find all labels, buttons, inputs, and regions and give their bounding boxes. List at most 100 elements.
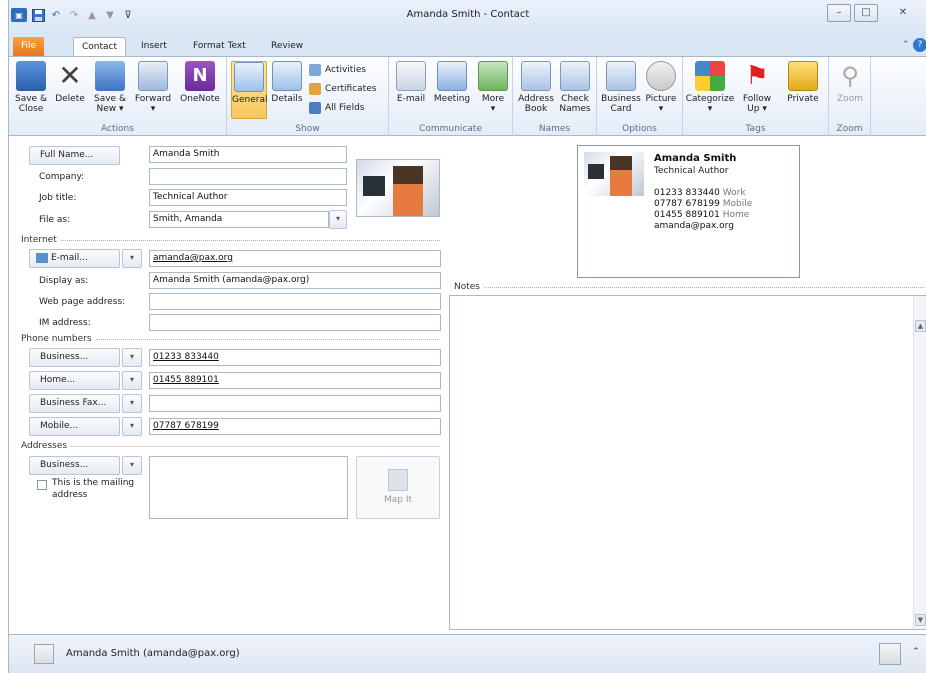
group-zoom-label: Zoom <box>836 124 863 134</box>
im-address-label: IM address: <box>39 318 91 328</box>
address-type-button[interactable]: Business... <box>29 456 120 475</box>
full-name-button[interactable]: Full Name... <box>29 146 120 165</box>
card-photo-person-shape <box>610 156 632 196</box>
group-show-label: Show <box>295 124 320 134</box>
minimize-ribbon-icon[interactable]: ⌃ <box>902 40 910 50</box>
check-names-button[interactable]: Check Names <box>557 61 593 114</box>
private-label: Private <box>787 94 819 104</box>
map-it-button[interactable]: Map It <box>356 456 440 519</box>
card-job-title: Technical Author <box>654 166 729 176</box>
email-type-label: E-mail... <box>51 253 88 263</box>
im-address-field[interactable] <box>149 314 441 331</box>
general-icon <box>234 62 264 92</box>
phone-business-fax-dropdown[interactable]: ▾ <box>122 394 142 413</box>
company-label: Company: <box>39 172 85 182</box>
details-button[interactable]: Details <box>270 61 304 104</box>
phone-business-type-button[interactable]: Business... <box>29 348 120 367</box>
phone-business-fax-type-button[interactable]: Business Fax... <box>29 394 120 413</box>
phone-mobile-dropdown[interactable]: ▾ <box>122 417 142 436</box>
full-name-field[interactable]: Amanda Smith <box>149 146 347 163</box>
phone-home-field[interactable]: 01455 889101 <box>149 372 441 389</box>
email-field[interactable]: amanda@pax.org <box>149 250 441 267</box>
display-as-field[interactable]: Amanda Smith (amanda@pax.org) <box>149 272 441 289</box>
close-button[interactable]: ✕ <box>881 4 925 22</box>
email-type-button[interactable]: E-mail... <box>29 249 120 268</box>
all-fields-button[interactable]: All Fields <box>309 100 364 116</box>
help-icon[interactable]: ? <box>913 38 926 52</box>
private-button[interactable]: Private <box>781 61 825 104</box>
business-card-label-2: Card <box>610 104 632 114</box>
zoom-button[interactable]: ⚲ Zoom <box>833 61 867 104</box>
phone-home-dropdown[interactable]: ▾ <box>122 371 142 390</box>
tab-review[interactable]: Review <box>263 37 311 56</box>
file-as-dropdown[interactable]: ▾ <box>329 210 347 229</box>
phone-mobile-field[interactable]: 07787 678199 <box>149 418 441 435</box>
forward-icon <box>138 61 168 91</box>
business-card-button[interactable]: Business Card <box>601 61 641 114</box>
save-new-label-2: New ▾ <box>96 104 124 114</box>
save-new-icon <box>95 61 125 91</box>
contact-photo[interactable] <box>356 159 440 217</box>
phone-business-field[interactable]: 01233 833440 <box>149 349 441 366</box>
status-person-name[interactable]: Amanda Smith (amanda@pax.org) <box>66 648 240 659</box>
phone-mobile-type-button[interactable]: Mobile... <box>29 417 120 436</box>
save-close-button[interactable]: Save & Close <box>13 61 49 114</box>
save-new-button[interactable]: Save & New ▾ <box>91 61 129 114</box>
expand-people-pane-icon[interactable]: ⌃ <box>912 647 920 657</box>
general-button[interactable]: General <box>231 61 267 119</box>
activities-icon <box>309 64 321 76</box>
email-label: E-mail <box>396 94 426 104</box>
web-page-field[interactable] <box>149 293 441 310</box>
card-photo <box>584 152 644 196</box>
people-pane-avatar-icon[interactable] <box>879 643 901 665</box>
notes-scrollbar[interactable]: ▲ ▼ <box>913 296 926 629</box>
card-work-label: Work <box>722 188 746 198</box>
email-icon <box>396 61 426 91</box>
company-field[interactable] <box>149 168 347 185</box>
group-communicate-label: Communicate <box>419 124 482 134</box>
mailing-address-checkbox[interactable] <box>37 480 47 490</box>
job-title-field[interactable]: Technical Author <box>149 189 347 206</box>
email-type-dropdown[interactable]: ▾ <box>122 249 142 268</box>
card-home-number: 01455 889101 <box>654 210 720 220</box>
maximize-button[interactable]: □ <box>854 4 878 22</box>
notes-scroll-down-icon[interactable]: ▼ <box>915 614 926 626</box>
ribbon: Save & Close ✕ Delete Save & New ▾ Forwa… <box>9 56 926 136</box>
categorize-button[interactable]: Categorize ▾ <box>685 61 735 114</box>
file-as-field[interactable]: Smith, Amanda <box>149 211 329 228</box>
ribbon-tabs: File Contact Insert Format Text Review ⌃… <box>9 34 926 56</box>
group-actions: Save & Close ✕ Delete Save & New ▾ Forwa… <box>9 57 227 136</box>
tab-insert[interactable]: Insert <box>133 37 175 56</box>
activities-button[interactable]: Activities <box>309 62 366 78</box>
follow-up-button[interactable]: ⚑ Follow Up ▾ <box>737 61 777 114</box>
forward-button[interactable]: Forward ▾ <box>133 61 173 114</box>
map-it-label: Map It <box>383 495 413 505</box>
onenote-icon: N <box>185 61 215 91</box>
onenote-button[interactable]: N OneNote <box>177 61 223 104</box>
address-type-dropdown[interactable]: ▾ <box>122 456 142 475</box>
phone-section-label: Phone numbers <box>21 334 92 344</box>
phone-business-dropdown[interactable]: ▾ <box>122 348 142 367</box>
certificates-button[interactable]: Certificates <box>309 81 376 97</box>
email-button[interactable]: E-mail <box>393 61 429 104</box>
tab-contact[interactable]: Contact <box>73 37 127 56</box>
meeting-button[interactable]: Meeting <box>431 61 473 104</box>
phone-business-fax-field[interactable] <box>149 395 441 412</box>
notes-field[interactable] <box>449 295 926 630</box>
more-button[interactable]: More ▾ <box>477 61 509 114</box>
save-close-label-2: Close <box>18 104 44 114</box>
group-tags: Categorize ▾ ⚑ Follow Up ▾ Private Tags <box>683 57 829 136</box>
notes-scroll-up-icon[interactable]: ▲ <box>915 320 926 332</box>
person-avatar-icon[interactable] <box>34 644 54 664</box>
phone-home-type-button[interactable]: Home... <box>29 371 120 390</box>
forward-label: Forward <box>134 94 172 104</box>
address-book-button[interactable]: Address Book <box>517 61 555 114</box>
categorize-label: Categorize <box>685 94 735 104</box>
tab-format-text[interactable]: Format Text <box>185 37 254 56</box>
business-card-preview[interactable]: Amanda Smith Technical Author 01233 8334… <box>577 145 800 278</box>
tab-file[interactable]: File <box>13 37 45 56</box>
minimize-button[interactable]: – <box>827 4 851 22</box>
delete-button[interactable]: ✕ Delete <box>53 61 87 105</box>
picture-button[interactable]: Picture ▾ <box>643 61 679 114</box>
address-field[interactable] <box>149 456 348 519</box>
